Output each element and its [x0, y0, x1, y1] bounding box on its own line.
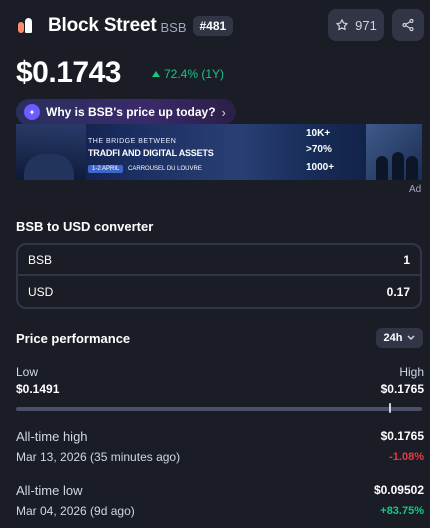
price-range-track: [16, 407, 422, 411]
ad-banner[interactable]: THE BRIDGE BETWEEN TRADFI AND DIGITAL AS…: [16, 124, 422, 180]
coin-name: Block Street: [48, 15, 157, 36]
watchlist-button[interactable]: 971: [328, 9, 384, 41]
ad-stat-1: 10K+: [306, 128, 331, 139]
converter-title: BSB to USD converter: [16, 219, 154, 234]
ath-change: -1.08%: [389, 451, 424, 463]
high-value: $0.1765: [380, 382, 424, 396]
converter-label-usd: USD: [28, 284, 54, 299]
atl-label: All-time low: [16, 483, 83, 498]
ad-venue: CARROUSEL DU LOUVRE: [128, 166, 202, 172]
ad-date: 1-2 APRIL CARROUSEL DU LOUVRE: [88, 165, 202, 173]
ad-stats: 10K+ >70% 1000+: [306, 124, 366, 180]
coin-symbol: BSB: [160, 20, 187, 35]
chevron-down-icon: [407, 335, 416, 341]
chevron-right-icon: ›: [221, 104, 226, 120]
converter-row-usd[interactable]: USD 0.17: [18, 276, 420, 307]
rank-badge: #481: [192, 16, 234, 36]
coin-header: Block Street BSB #481 971: [16, 9, 424, 42]
ath-date: Mar 13, 2026 (35 minutes ago): [16, 450, 181, 464]
converter-input-usd[interactable]: 0.17: [387, 285, 410, 299]
low-value: $0.1491: [16, 382, 60, 396]
price-range-marker: [388, 403, 391, 413]
share-button[interactable]: [392, 9, 424, 41]
block-street-logo-icon: [16, 15, 38, 37]
ath-value: $0.1765: [380, 429, 424, 443]
coin-page: Block Street BSB #481 971 $0.1743 72.4% …: [0, 0, 430, 528]
low-label: Low: [16, 365, 39, 379]
price-performance-title: Price performance: [16, 331, 131, 346]
atl-change: +83.75%: [380, 505, 424, 517]
high-label: High: [399, 365, 424, 379]
share-icon: [402, 18, 414, 32]
star-icon: [336, 19, 348, 31]
ad-tag: Ad: [409, 184, 422, 195]
converter-label-bsb: BSB: [28, 252, 53, 267]
ad-headline: TRADFI AND DIGITAL ASSETS: [88, 148, 214, 158]
why-price-up-label: Why is BSB's price up today?: [46, 105, 216, 119]
ad-stat-2: >70%: [306, 144, 332, 155]
watchlist-count: 971: [355, 17, 377, 33]
why-price-up-button[interactable]: ✦ Why is BSB's price up today? ›: [16, 99, 236, 125]
converter-row-bsb[interactable]: BSB 1: [18, 245, 420, 276]
timeframe-value: 24h: [383, 332, 403, 344]
converter-input-bsb[interactable]: 1: [403, 253, 410, 267]
ad-stat-3: 1000+: [306, 162, 335, 173]
ath-label: All-time high: [16, 429, 88, 444]
price-change-value: 72.4% (1Y): [164, 67, 225, 81]
ad-headline-small: THE BRIDGE BETWEEN: [88, 138, 177, 145]
ai-sparkle-icon: ✦: [24, 104, 40, 120]
atl-value: $0.09502: [373, 483, 424, 497]
triangle-up-icon: [152, 71, 160, 77]
current-price: $0.1743: [16, 56, 121, 89]
timeframe-dropdown[interactable]: 24h: [376, 328, 423, 348]
ad-date-pill: 1-2 APRIL: [88, 165, 124, 173]
price-change-badge: 72.4% (1Y): [152, 67, 224, 81]
atl-date: Mar 04, 2026 (9d ago): [16, 504, 135, 518]
converter-card: BSB 1 USD 0.17: [16, 243, 422, 309]
ad-panel-photo: [366, 124, 422, 180]
